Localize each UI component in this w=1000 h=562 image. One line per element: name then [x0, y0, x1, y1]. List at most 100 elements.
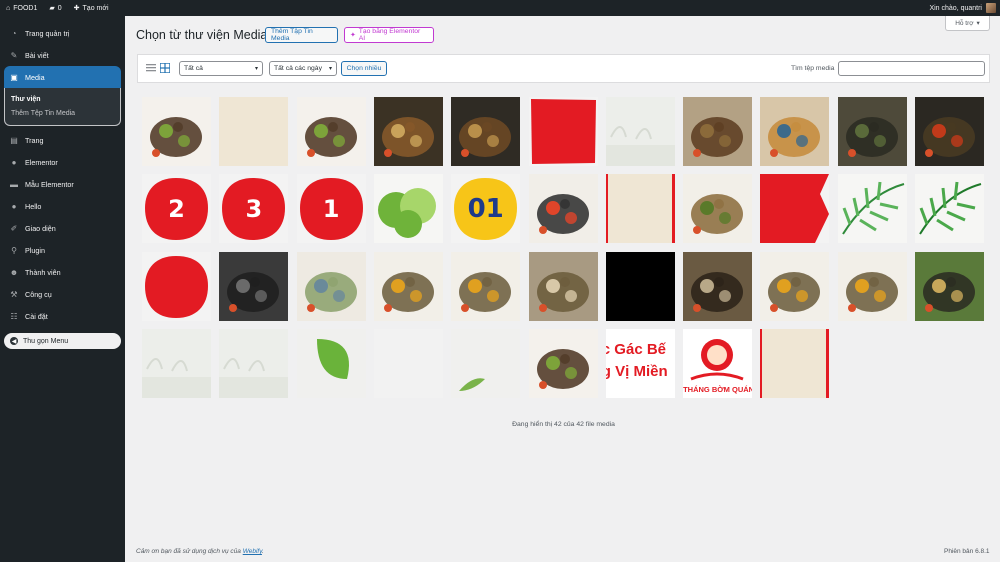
thumbnail-number: 1: [322, 194, 340, 223]
add-media-button[interactable]: Thêm Tập Tin Media: [265, 27, 338, 43]
media-thumbnail[interactable]: [760, 251, 830, 321]
plugin-icon: ⚲: [11, 245, 17, 255]
search-input[interactable]: [838, 61, 985, 76]
type-filter-select[interactable]: Tất cả ▾: [179, 61, 263, 76]
menu-item-posts[interactable]: ✎ Bài viết: [0, 44, 125, 66]
media-thumbnail[interactable]: [528, 251, 598, 321]
media-thumbnail[interactable]: [605, 174, 675, 244]
list-view-icon[interactable]: [146, 63, 156, 73]
search-label: Tìm tệp media: [791, 65, 835, 72]
media-thumbnail[interactable]: 3: [219, 174, 289, 244]
menu-item-settings[interactable]: ☷ Cài đặt: [0, 305, 125, 327]
media-thumbnail[interactable]: c Gác Bế g Vị Miền: [605, 328, 675, 398]
submenu-library[interactable]: Thư viện: [11, 92, 120, 106]
page-title: Chọn từ thư viện Media: [136, 28, 268, 42]
media-submenu: Thư viện Thêm Tệp Tin Media: [4, 88, 121, 126]
media-thumbnail[interactable]: [296, 328, 366, 398]
media-thumbnail[interactable]: [451, 251, 521, 321]
media-thumbnail[interactable]: [915, 251, 984, 321]
admin-bar: ⌂ FOOD1 ▰ 0 ✚ Tạo mới Xin chào, quantri: [0, 0, 1000, 16]
media-thumbnail[interactable]: [528, 174, 598, 244]
webify-link[interactable]: Webify: [243, 548, 262, 555]
home-icon: ⌂: [6, 4, 11, 12]
media-thumbnail[interactable]: [683, 97, 753, 166]
submenu-add-media[interactable]: Thêm Tệp Tin Media: [11, 106, 120, 120]
media-thumbnail[interactable]: 01: [451, 174, 521, 244]
avatar: [986, 3, 996, 13]
bulk-select-button[interactable]: Chọn nhiều: [341, 61, 387, 76]
user-icon: ☻: [9, 267, 19, 277]
media-thumbnail[interactable]: THÁNG BỜM QUÁN: [683, 328, 753, 398]
media-thumbnail[interactable]: 1: [296, 174, 366, 244]
thumbnail-number: 2: [168, 194, 185, 223]
thumbnail-text: c Gác Bế: [605, 340, 667, 358]
caret-down-icon: ▾: [976, 20, 980, 27]
media-thumbnail[interactable]: [605, 251, 675, 321]
media-thumbnail[interactable]: [373, 251, 443, 321]
menu-item-elementor-templates[interactable]: ▬ Mẫu Elementor: [0, 173, 125, 195]
admin-sidebar: ◔ Trang quản trị ✎ Bài viết ▣ Media Thư việ…: [0, 16, 125, 562]
media-thumbnail[interactable]: [142, 97, 211, 166]
media-thumbnail[interactable]: [219, 251, 289, 321]
footer-thanks: Cảm ơn bạn đã sử dụng dịch vụ của Webify…: [136, 548, 264, 555]
menu-item-appearance[interactable]: ✐ Giao diện: [0, 217, 125, 239]
menu-item-media[interactable]: ▣ Media: [4, 66, 121, 88]
media-thumbnail[interactable]: [837, 251, 907, 321]
elementor-icon: ●: [11, 157, 17, 167]
media-thumbnail[interactable]: [837, 174, 907, 244]
media-thumbnail[interactable]: [373, 174, 443, 244]
help-tab-button[interactable]: Hỗ trợ ▾: [945, 16, 990, 31]
wrench-icon: ⚒: [10, 289, 18, 299]
media-thumbnail[interactable]: [760, 97, 830, 166]
media-toolbar: Tất cả ▾ Tất cả các ngày ▾ Chọn nhiều Tì…: [137, 54, 990, 83]
media-thumbnail[interactable]: [605, 97, 675, 166]
media-thumbnail[interactable]: [760, 328, 830, 398]
dashboard-icon: ◔: [11, 28, 17, 38]
footer-version: Phiên bản 6.8.1: [944, 548, 990, 555]
media-icon: ▣: [10, 72, 18, 82]
media-thumbnail[interactable]: [451, 97, 521, 166]
media-thumbnail[interactable]: [915, 174, 984, 244]
menu-item-pages[interactable]: ▤ Trang: [0, 129, 125, 151]
elementor-ai-button[interactable]: ✦ Tạo bằng Elementor AI: [344, 27, 434, 43]
menu-item-tools[interactable]: ⚒ Công cụ: [0, 283, 125, 305]
media-thumbnail[interactable]: [296, 251, 366, 321]
pin-icon: ✎: [10, 50, 18, 60]
grid-view-icon[interactable]: [160, 63, 170, 73]
media-thumbnail[interactable]: [528, 328, 598, 398]
my-account[interactable]: Xin chào, quantri: [929, 3, 1000, 13]
collapse-menu-button[interactable]: ◀ Thu gọn Menu: [4, 333, 121, 349]
media-thumbnail[interactable]: [683, 251, 753, 321]
plus-icon: ✚: [73, 5, 80, 12]
menu-item-users[interactable]: ☻ Thành viên: [0, 261, 125, 283]
folder-icon: ▬: [10, 179, 18, 189]
media-thumbnail[interactable]: [451, 328, 521, 398]
media-thumbnail[interactable]: [373, 328, 443, 398]
chevron-down-icon: ▾: [328, 66, 332, 72]
date-filter-select[interactable]: Tất cả các ngày ▾: [269, 61, 337, 76]
thumbnail-logo-text: THÁNG BỜM QUÁN: [683, 384, 753, 394]
media-count: Đang hiển thị 42 của 42 file media: [512, 421, 615, 428]
media-thumbnail[interactable]: [373, 97, 443, 166]
menu-item-hello[interactable]: ● Hello: [0, 195, 125, 217]
new-content-link[interactable]: ✚ Tạo mới: [68, 0, 115, 16]
media-thumbnail[interactable]: [528, 97, 598, 166]
media-thumbnail[interactable]: [837, 97, 907, 166]
comments-link[interactable]: ▰ 0: [43, 0, 67, 16]
media-thumbnail[interactable]: [142, 251, 211, 321]
menu-item-elementor[interactable]: ● Elementor: [0, 151, 125, 173]
menu-item-plugins[interactable]: ⚲ Plugin: [0, 239, 125, 261]
thumbnail-text: g Vị Miền: [605, 362, 668, 380]
menu-item-dashboard[interactable]: ◔ Trang quản trị: [0, 22, 125, 44]
media-thumbnail[interactable]: [142, 328, 211, 398]
media-thumbnail[interactable]: [760, 174, 830, 244]
settings-icon: ☷: [10, 311, 18, 321]
media-thumbnail[interactable]: 2: [142, 174, 211, 244]
hello-icon: ●: [11, 201, 17, 211]
site-name-link[interactable]: ⌂ FOOD1: [0, 0, 43, 16]
media-thumbnail[interactable]: [219, 328, 289, 398]
media-thumbnail[interactable]: [219, 97, 289, 166]
media-thumbnail[interactable]: [296, 97, 366, 166]
media-thumbnail[interactable]: [683, 174, 753, 244]
media-thumbnail[interactable]: [915, 97, 984, 166]
